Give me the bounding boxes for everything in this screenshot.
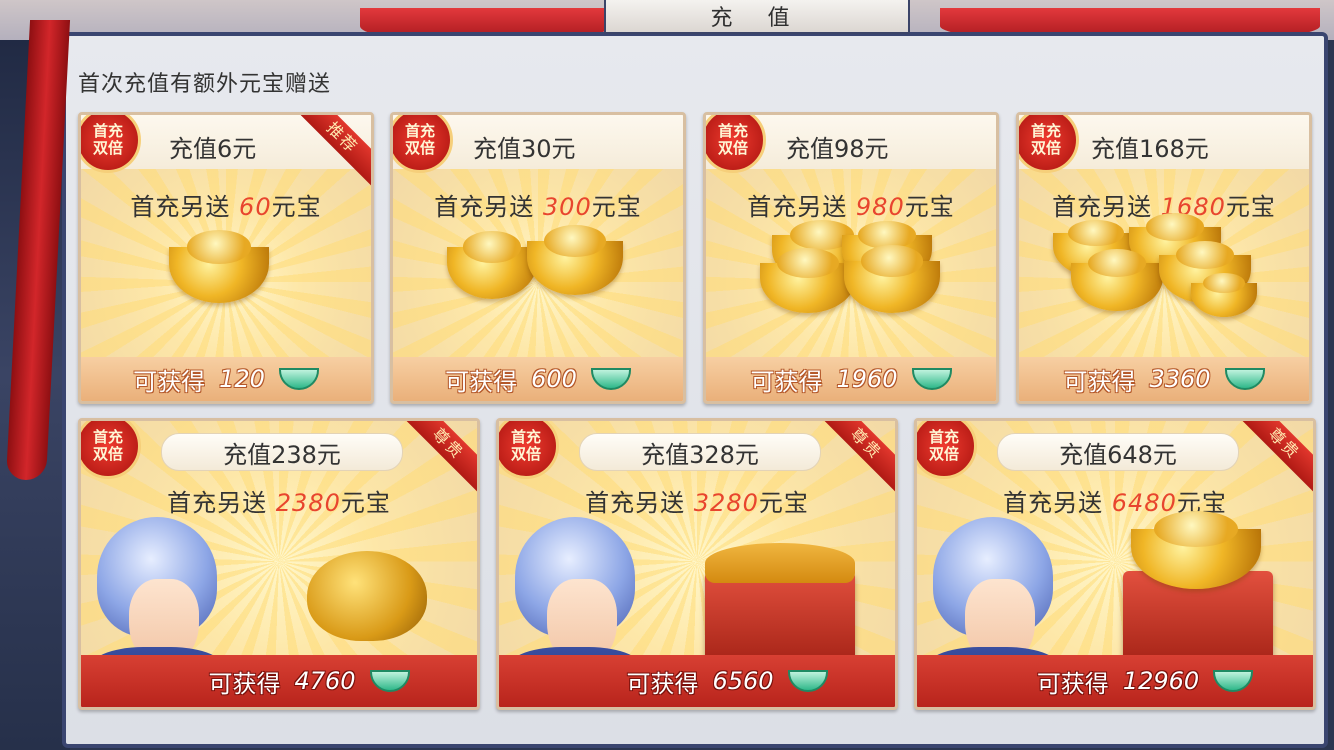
- pack-bonus: 首充另送 6480元宝: [1003, 489, 1227, 517]
- pack-card-30[interactable]: 首充 双倍 充值30元 首充另送 300元宝 可获得 600: [390, 112, 686, 404]
- jade-ingot-icon: [369, 670, 410, 692]
- pack-price: 充值6元: [169, 135, 257, 163]
- gold-sack-icon: [307, 551, 427, 641]
- pack-card-648[interactable]: 首充 双倍 尊贵 充值648元 首充另送 6480元宝 可获得 12960: [914, 418, 1316, 710]
- jade-ingot-icon: [1224, 368, 1265, 390]
- pack-bonus: 首充另送 2380元宝: [167, 489, 391, 517]
- pack-gain: 可获得 1960: [706, 357, 996, 401]
- pack-gain: 可获得 120: [81, 357, 371, 401]
- pack-price: 充值648元: [997, 433, 1239, 471]
- pack-card-238[interactable]: 首充 双倍 尊贵 充值238元 首充另送 2380元宝 可获得 4760: [78, 418, 480, 710]
- pack-gain: 可获得 4760: [81, 655, 477, 707]
- pack-gain: 可获得 600: [393, 357, 683, 401]
- jade-ingot-icon: [787, 670, 828, 692]
- pack-price: 充值238元: [161, 433, 403, 471]
- first-recharge-notice: 首次充值有额外元宝赠送: [78, 72, 332, 97]
- pack-price: 充值98元: [786, 135, 889, 163]
- pack-card-168[interactable]: 首充 双倍 充值168元 首充另送 1680元宝 可获得 3360: [1016, 112, 1312, 404]
- window-title: 充 值: [604, 0, 910, 34]
- pack-gain: 可获得 6560: [499, 655, 895, 707]
- jade-ingot-icon: [911, 368, 952, 390]
- pack-card-6[interactable]: 首充 双倍 推荐 充值6元 首充另送 60元宝 可获得 120: [78, 112, 374, 404]
- pack-bonus: 首充另送 60元宝: [130, 193, 322, 221]
- jade-ingot-icon: [590, 368, 631, 390]
- pack-card-328[interactable]: 首充 双倍 尊贵 充值328元 首充另送 3280元宝 可获得 6560: [496, 418, 898, 710]
- jade-ingot-icon: [278, 368, 319, 390]
- pack-bonus: 首充另送 300元宝: [434, 193, 642, 221]
- pack-price: 充值30元: [473, 135, 576, 163]
- pack-bonus: 首充另送 980元宝: [747, 193, 955, 221]
- pack-gain: 可获得 3360: [1019, 357, 1309, 401]
- treasure-chest-icon: [705, 571, 855, 661]
- pack-bonus: 首充另送 3280元宝: [585, 489, 809, 517]
- pack-gain: 可获得 12960: [917, 655, 1313, 707]
- pack-price: 充值328元: [579, 433, 821, 471]
- jade-ingot-icon: [1213, 670, 1254, 692]
- pack-price: 充值168元: [1091, 135, 1209, 163]
- pack-card-98[interactable]: 首充 双倍 充值98元 首充另送 980元宝 可获得 1960: [703, 112, 999, 404]
